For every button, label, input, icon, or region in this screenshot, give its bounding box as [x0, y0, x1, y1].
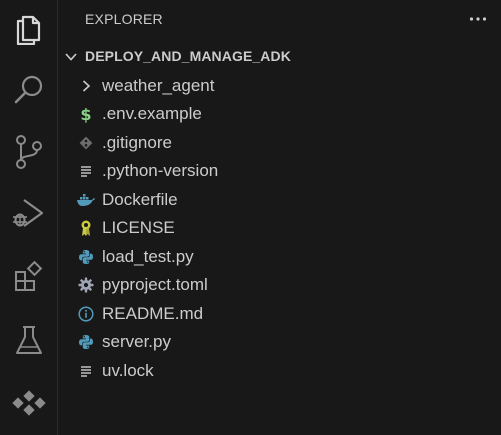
explorer-title: EXPLORER — [85, 11, 163, 27]
extensions-icon[interactable] — [0, 253, 57, 301]
tree-item-label: server.py — [102, 332, 171, 351]
remote-explorer-icon[interactable] — [0, 379, 57, 427]
lines-icon — [76, 361, 96, 381]
tree-item-dockerfile[interactable]: Dockerfile — [58, 186, 501, 214]
tree-item-label: uv.lock — [102, 361, 154, 380]
tree-item-uv-lock[interactable]: uv.lock — [58, 357, 501, 385]
tree-item-gitignore[interactable]: .gitignore — [58, 129, 501, 157]
tree-item-label: weather_agent — [102, 76, 215, 95]
explorer-icon[interactable] — [0, 4, 57, 52]
tree-item-env-example[interactable]: $ .env.example — [58, 100, 501, 128]
tree-item-label: LICENSE — [102, 218, 175, 237]
more-actions-button[interactable] — [467, 8, 489, 30]
tree-item-load-test-py[interactable]: load_test.py — [58, 243, 501, 271]
python-icon — [76, 332, 96, 352]
tree-item-label: .python-version — [102, 161, 219, 180]
search-icon[interactable] — [0, 66, 57, 114]
run-debug-icon[interactable] — [0, 189, 57, 237]
explorer-header: EXPLORER — [58, 0, 501, 37]
activity-bar — [0, 0, 58, 435]
tree-item-label: pyproject.toml — [102, 275, 208, 294]
tree-item-weather-agent[interactable]: weather_agent — [58, 72, 501, 100]
info-icon — [76, 304, 96, 324]
tree-item-license[interactable]: LICENSE — [58, 214, 501, 242]
tree-item-readme-md[interactable]: README.md — [58, 300, 501, 328]
explorer-sidebar: EXPLORER DEPLOY_AND_MANAGE_ADK weather_a… — [58, 0, 501, 435]
testing-icon[interactable] — [0, 316, 57, 364]
workspace-section-header[interactable]: DEPLOY_AND_MANAGE_ADK — [58, 43, 501, 71]
lines-icon — [76, 161, 96, 181]
python-icon — [76, 247, 96, 267]
license-icon — [76, 218, 96, 238]
tree-item-label: README.md — [102, 304, 204, 323]
tree-item-server-py[interactable]: server.py — [58, 328, 501, 356]
tree-item-pyproject-toml[interactable]: pyproject.toml — [58, 271, 501, 299]
workspace-title: DEPLOY_AND_MANAGE_ADK — [85, 48, 291, 64]
git-icon — [76, 133, 96, 153]
tree-item-label: load_test.py — [102, 247, 194, 266]
tree-item-label: Dockerfile — [102, 190, 178, 209]
gear-icon — [76, 275, 96, 295]
chevron-right-icon — [76, 76, 96, 96]
chevron-down-icon — [65, 53, 77, 61]
source-control-icon[interactable] — [0, 128, 57, 176]
tree-item-label: .gitignore — [102, 133, 172, 152]
ellipsis-icon — [469, 17, 487, 21]
docker-icon — [76, 190, 96, 210]
tree-item-label: .env.example — [102, 104, 202, 123]
tree-item-python-version[interactable]: .python-version — [58, 157, 501, 185]
dollar-icon: $ — [80, 104, 92, 124]
